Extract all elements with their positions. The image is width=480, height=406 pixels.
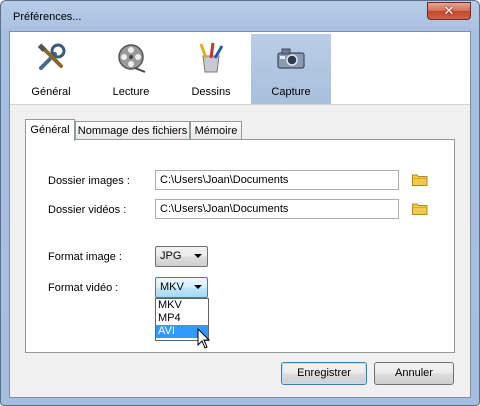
window-title: Préférences... <box>13 11 82 23</box>
images-folder-label: Dossier images : <box>48 175 130 187</box>
category-general[interactable]: Général <box>11 34 91 104</box>
save-button[interactable]: Enregistrer <box>281 362 367 385</box>
dropdown-option-mkv[interactable]: MKV <box>156 299 208 312</box>
drawing-tools-icon <box>199 42 224 73</box>
title-bar[interactable]: Préférences... ✕ <box>1 1 479 31</box>
tab-memoire[interactable]: Mémoire <box>190 121 242 140</box>
videos-folder-label: Dossier vidéos : <box>48 204 127 216</box>
tools-icon <box>37 43 66 70</box>
images-folder-field[interactable]: C:\Users\Joan\Documents <box>155 170 399 190</box>
format-image-label: Format image : <box>48 251 122 263</box>
preferences-window: Préférences... ✕ Général Lecture Dessins… <box>0 0 480 406</box>
mouse-cursor-icon <box>197 328 211 349</box>
camera-icon <box>277 48 305 69</box>
browse-images-folder-icon[interactable] <box>412 173 428 186</box>
category-label: Lecture <box>112 86 150 98</box>
close-icon: ✕ <box>443 3 455 19</box>
category-label: Général <box>31 86 71 98</box>
category-capture[interactable]: Capture <box>251 34 331 104</box>
cancel-button[interactable]: Annuler <box>374 362 454 385</box>
dropdown-option-mp4[interactable]: MP4 <box>156 312 208 325</box>
close-button[interactable]: ✕ <box>427 2 471 20</box>
category-label: Capture <box>271 86 311 98</box>
tab-general[interactable]: Général <box>25 119 75 141</box>
category-label: Dessins <box>191 86 231 98</box>
chevron-down-icon <box>194 285 202 289</box>
format-image-value: JPG <box>160 250 182 262</box>
category-dessins[interactable]: Dessins <box>171 34 251 104</box>
category-toolbar: Général Lecture Dessins Capture <box>10 32 470 105</box>
videos-folder-field[interactable]: C:\Users\Joan\Documents <box>155 199 399 219</box>
format-video-label: Format vidéo : <box>48 282 119 294</box>
category-lecture[interactable]: Lecture <box>91 34 171 104</box>
chevron-down-icon <box>194 254 202 258</box>
browse-videos-folder-icon[interactable] <box>412 202 428 215</box>
film-reel-icon <box>118 44 146 73</box>
format-video-value: MKV <box>160 281 184 293</box>
format-video-select[interactable]: MKV <box>155 277 208 298</box>
tab-nommage[interactable]: Nommage des fichiers <box>75 121 190 140</box>
format-image-select[interactable]: JPG <box>155 246 208 267</box>
